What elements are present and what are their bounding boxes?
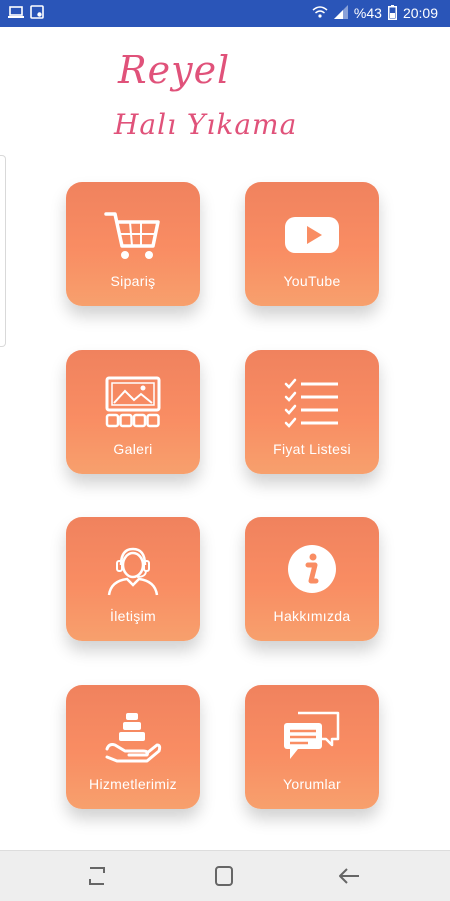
- signal-icon: [333, 5, 348, 22]
- tile-youtube[interactable]: YouTube: [245, 182, 379, 306]
- tile-hakkimizda[interactable]: Hakkımızda: [245, 517, 379, 641]
- hand-service-icon: [103, 711, 163, 765]
- clock: 20:09: [402, 5, 438, 21]
- photo-icon: [30, 5, 44, 22]
- tile-yorumlar[interactable]: Yorumlar: [245, 685, 379, 809]
- cart-icon: [103, 208, 163, 262]
- side-drawer-handle[interactable]: [0, 155, 6, 347]
- back-icon[interactable]: [336, 864, 362, 888]
- tile-siparis[interactable]: Sipariş: [66, 182, 200, 306]
- tile-label: Yorumlar: [283, 776, 341, 792]
- battery-percentage: %43: [353, 5, 382, 21]
- logo-subtitle: Halı Yıkama: [114, 108, 298, 141]
- tile-galeri[interactable]: Galeri: [66, 350, 200, 474]
- logo-title: Reyel: [118, 48, 231, 92]
- tile-iletisim[interactable]: İletişim: [66, 517, 200, 641]
- home-icon[interactable]: [211, 864, 237, 888]
- recent-apps-icon[interactable]: [84, 864, 110, 888]
- chat-bubbles-icon: [282, 711, 342, 765]
- wifi-icon: [312, 5, 328, 22]
- status-bar: %43 20:09: [0, 0, 450, 27]
- tile-fiyat-listesi[interactable]: Fiyat Listesi: [245, 350, 379, 474]
- gallery-icon: [103, 376, 163, 430]
- status-left-icons: [8, 5, 44, 22]
- youtube-icon: [282, 208, 342, 262]
- tile-label: Hizmetlerimiz: [89, 776, 177, 792]
- tile-label: YouTube: [283, 273, 341, 289]
- checklist-icon: [282, 376, 342, 430]
- navigation-bar: [0, 850, 450, 901]
- tile-hizmetlerimiz[interactable]: Hizmetlerimiz: [66, 685, 200, 809]
- tile-label: Hakkımızda: [273, 608, 351, 624]
- logo: Reyel Halı Yıkama: [110, 40, 350, 160]
- laptop-icon: [8, 5, 24, 22]
- info-icon: [282, 543, 342, 597]
- tile-label: Sipariş: [110, 273, 156, 289]
- tile-label: İletişim: [110, 608, 156, 624]
- headset-icon: [103, 543, 163, 597]
- status-right-icons: %43 20:09: [312, 4, 438, 23]
- tile-label: Galeri: [113, 441, 153, 457]
- tile-label: Fiyat Listesi: [273, 441, 351, 457]
- battery-icon: [387, 4, 397, 23]
